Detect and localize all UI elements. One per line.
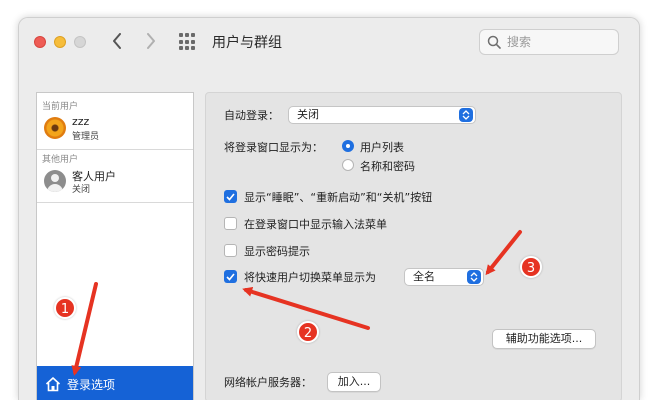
radio-name-password[interactable] xyxy=(342,159,354,171)
window-title: 用户与群组 xyxy=(212,35,282,51)
checkbox-show-power-buttons[interactable] xyxy=(224,190,237,203)
auto-login-select[interactable]: 关闭 xyxy=(288,106,476,124)
back-button[interactable] xyxy=(106,30,128,52)
radio-user-list-label: 用户列表 xyxy=(360,141,404,154)
preferences-window: 用户与群组 当前用户 zzz 管理员 其他用户 客人用户 关闭 xyxy=(18,17,640,400)
popup-arrows-icon xyxy=(459,108,473,122)
users-sidebar: 当前用户 zzz 管理员 其他用户 客人用户 关闭 登录选项 xyxy=(36,92,194,400)
checkbox-input-menu[interactable] xyxy=(224,217,237,230)
auto-login-value: 关闭 xyxy=(297,108,319,121)
fast-user-switching-label: 将快速用户切换菜单显示为 xyxy=(244,271,376,284)
fast-user-switching-select[interactable]: 全名 xyxy=(404,268,484,286)
chevron-right-icon xyxy=(147,33,155,49)
show-all-grid-icon[interactable] xyxy=(179,33,197,51)
radio-user-list[interactable] xyxy=(342,140,354,152)
other-users-label: 其他用户 xyxy=(42,155,79,165)
forward-button[interactable] xyxy=(140,30,162,52)
guest-avatar-icon xyxy=(44,170,66,192)
annotation-badge-1: 1 xyxy=(54,297,76,319)
search-input[interactable] xyxy=(507,33,613,51)
auto-login-label: 自动登录： xyxy=(224,109,279,122)
login-options-label: 登录选项 xyxy=(67,377,116,392)
chevron-left-icon xyxy=(113,33,121,49)
display-login-window-label: 将登录窗口显示为： xyxy=(224,141,323,154)
close-window-button[interactable] xyxy=(34,36,46,48)
radio-name-password-label: 名称和密码 xyxy=(360,160,415,173)
minimize-window-button[interactable] xyxy=(54,36,66,48)
user-name: zzz xyxy=(72,115,90,128)
user-role: 管理员 xyxy=(72,132,100,142)
password-hints-label: 显示密码提示 xyxy=(244,245,310,258)
sidebar-divider xyxy=(37,202,193,203)
login-options-item[interactable]: 登录选项 xyxy=(37,366,193,400)
current-users-label: 当前用户 xyxy=(42,102,79,112)
sidebar-divider xyxy=(37,149,193,150)
checkbox-password-hints[interactable] xyxy=(224,244,237,257)
popup-arrows-icon xyxy=(467,270,481,284)
annotation-badge-3: 3 xyxy=(520,256,542,278)
show-power-buttons-label: 显示“睡眠”、“重新启动”和“关机”按钮 xyxy=(244,191,433,204)
input-menu-label: 在登录窗口中显示输入法菜单 xyxy=(244,218,387,231)
user-row-guest[interactable]: 客人用户 关闭 xyxy=(37,168,193,200)
zoom-window-button[interactable] xyxy=(74,36,86,48)
checkmark-icon xyxy=(226,272,235,281)
search-icon xyxy=(487,35,501,49)
fast-user-switching-value: 全名 xyxy=(413,270,435,283)
title-bar: 用户与群组 xyxy=(19,18,639,66)
join-button[interactable]: 加入... xyxy=(327,372,381,392)
accessibility-options-button[interactable]: 辅助功能选项... xyxy=(492,329,596,349)
login-options-panel: 自动登录： 关闭 将登录窗口显示为： 用户列表 名称和密码 显示“睡眠”、“重新… xyxy=(205,92,622,400)
search-field[interactable] xyxy=(479,29,619,55)
flower-avatar-icon xyxy=(44,117,66,139)
checkmark-icon xyxy=(226,192,235,201)
guest-status: 关闭 xyxy=(72,185,91,195)
network-server-label: 网络帐户服务器： xyxy=(224,376,312,389)
home-icon xyxy=(45,377,61,392)
annotation-badge-2: 2 xyxy=(297,321,319,343)
user-row-zzz[interactable]: zzz 管理员 xyxy=(37,115,193,147)
checkbox-fast-user-switching[interactable] xyxy=(224,270,237,283)
